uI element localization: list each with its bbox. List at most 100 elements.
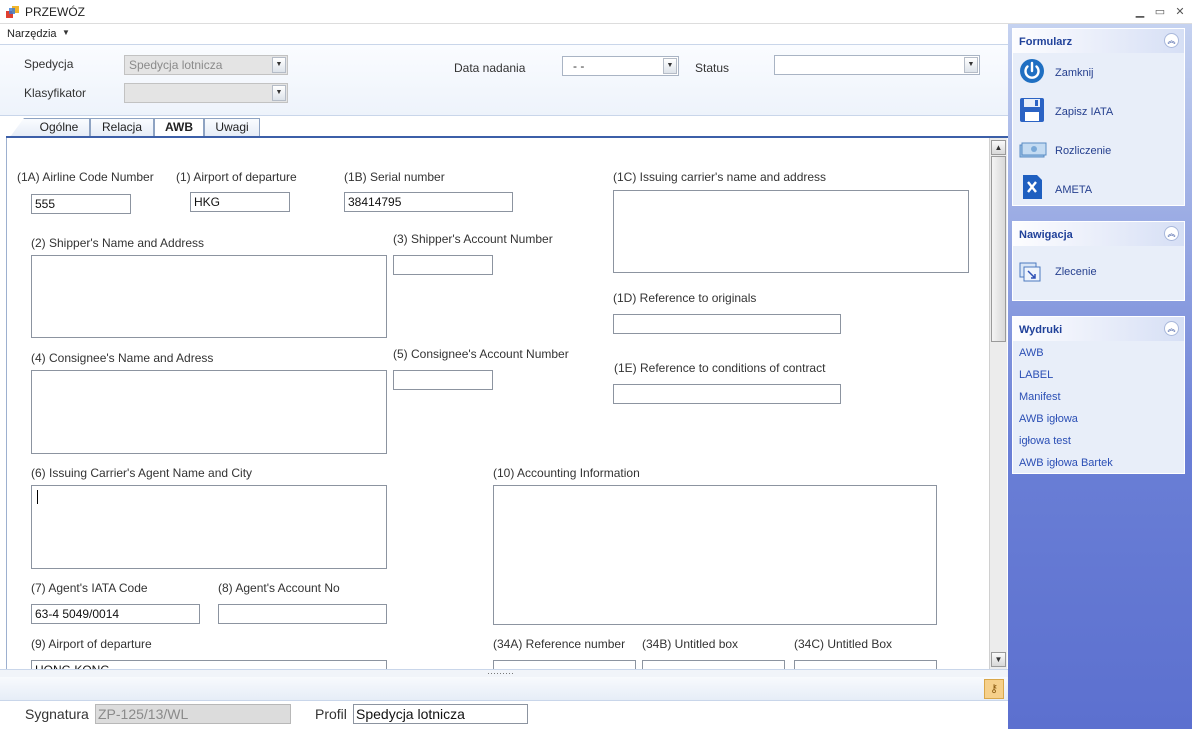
tab-uwagi-label: Uwagi: [215, 120, 249, 134]
action-ameta[interactable]: AMETA: [1019, 174, 1179, 204]
nav-zlecenie[interactable]: Zlecenie: [1019, 262, 1179, 284]
group-wydruki-header[interactable]: Wydruki ︽: [1013, 317, 1184, 341]
maximize-icon[interactable]: ▭: [1153, 5, 1167, 19]
print-awb-iglowa[interactable]: AWB igłowa: [1019, 413, 1078, 425]
print-label[interactable]: LABEL: [1019, 369, 1053, 381]
untitled-box-c-input[interactable]: [794, 660, 937, 669]
airport-departure-input[interactable]: HKG: [190, 192, 290, 212]
close-icon[interactable]: ✕: [1173, 5, 1187, 19]
print-awb[interactable]: AWB: [1019, 347, 1044, 359]
profil-field: Spedycja lotnicza: [353, 704, 528, 724]
consignee-account-label: (5) Consignee's Account Number: [393, 347, 569, 361]
nav-zlecenie-label: Zlecenie: [1055, 266, 1097, 278]
consignee-textarea[interactable]: [31, 370, 387, 454]
profil-label: Profil: [315, 706, 347, 722]
floppy-icon: [1020, 98, 1044, 122]
untitled-box-b-label: (34B) Untitled box: [642, 637, 739, 651]
power-icon: [1020, 59, 1044, 83]
chevron-down-icon[interactable]: ▼: [272, 85, 286, 101]
vertical-scrollbar[interactable]: ▲ ▼: [989, 138, 1007, 669]
action-zamknij-label: Zamknij: [1055, 67, 1094, 79]
sygnatura-label: Sygnatura: [25, 706, 89, 722]
airline-code-input[interactable]: 555: [31, 194, 131, 214]
spedycja-select[interactable]: Spedycja lotnicza ▼: [124, 55, 288, 75]
accounting-info-textarea[interactable]: [493, 485, 937, 625]
tab-relacja-label: Relacja: [101, 120, 143, 134]
untitled-box-c-label: (34C) Untitled Box: [794, 637, 893, 651]
issuing-carrier-textarea[interactable]: [613, 190, 969, 273]
agent-iata-label: (7) Agent's IATA Code: [31, 581, 148, 595]
tab-uwagi[interactable]: Uwagi: [204, 118, 260, 137]
chevron-down-icon[interactable]: ▼: [663, 58, 677, 74]
minimize-icon[interactable]: ▁: [1133, 5, 1147, 19]
action-ameta-label: AMETA: [1055, 184, 1093, 196]
data-nadania-value: - -: [573, 59, 585, 73]
collapse-up-icon[interactable]: ︽: [1164, 226, 1179, 241]
print-awb-iglowa-bartek[interactable]: AWB igłowa Bartek: [1019, 457, 1113, 469]
splitter[interactable]: ·········: [0, 669, 1008, 678]
airport-departure2-input[interactable]: HONG KONG: [31, 660, 387, 669]
group-wydruki-body: AWB LABEL Manifest AWB igłowa igłowa tes…: [1013, 341, 1184, 473]
tab-awb-label: AWB: [165, 120, 193, 134]
scroll-up-icon[interactable]: ▲: [991, 140, 1006, 155]
scroll-thumb[interactable]: [991, 156, 1006, 342]
group-nawigacja-header[interactable]: Nawigacja ︽: [1013, 222, 1184, 246]
group-formularz: Formularz ︽ Zamknij Zapisz IATA Rozlicze…: [1012, 28, 1185, 206]
shipper-textarea[interactable]: [31, 255, 387, 338]
title-bar: PRZEWÓZ ▁ ▭ ✕: [0, 0, 1192, 24]
reference-originals-input[interactable]: [613, 314, 841, 334]
action-zamknij[interactable]: Zamknij: [1019, 58, 1179, 88]
collapse-up-icon[interactable]: ︽: [1164, 321, 1179, 336]
data-nadania-picker[interactable]: - - ▼: [562, 56, 679, 76]
ameta-icon: [1023, 175, 1042, 199]
chevron-down-icon[interactable]: ▼: [62, 28, 70, 37]
tab-relacja[interactable]: Relacja: [90, 118, 154, 137]
consignee-account-input[interactable]: [393, 370, 493, 390]
action-rozliczenie[interactable]: Rozliczenie: [1019, 136, 1179, 166]
chevron-down-icon[interactable]: ▼: [272, 57, 286, 73]
group-formularz-title: Formularz: [1019, 36, 1073, 48]
scroll-down-icon[interactable]: ▼: [991, 652, 1006, 667]
untitled-box-b-input[interactable]: [642, 660, 785, 669]
collapse-up-icon[interactable]: ︽: [1164, 33, 1179, 48]
shipper-account-label: (3) Shipper's Account Number: [393, 232, 553, 246]
group-nawigacja: Nawigacja ︽ Zlecenie: [1012, 221, 1185, 301]
reference-conditions-input[interactable]: [613, 384, 841, 404]
tab-awb[interactable]: AWB: [154, 118, 204, 138]
order-icon: [1019, 262, 1041, 282]
tab-ogolne-label: Ogólne: [39, 120, 79, 134]
app-icon: [6, 6, 19, 18]
status-select[interactable]: ▼: [774, 55, 980, 75]
serial-number-input[interactable]: 38414795: [344, 192, 513, 212]
data-nadania-label: Data nadania: [454, 61, 526, 75]
tab-ogolne[interactable]: Ogólne: [10, 118, 90, 137]
print-iglowa-test[interactable]: igłowa test: [1019, 435, 1071, 447]
task-sidebar: Formularz ︽ Zamknij Zapisz IATA Rozlicze…: [1008, 24, 1192, 729]
action-rozliczenie-label: Rozliczenie: [1055, 145, 1112, 157]
window-title: PRZEWÓZ: [25, 5, 85, 19]
money-icon: [1019, 142, 1047, 158]
shipper-account-input[interactable]: [393, 255, 493, 275]
group-formularz-header[interactable]: Formularz ︽: [1013, 29, 1184, 53]
splitter-grip-icon[interactable]: ·········: [487, 669, 514, 678]
accounting-info-label: (10) Accounting Information: [493, 466, 640, 480]
action-zapisz-iata[interactable]: Zapisz IATA: [1019, 97, 1179, 127]
menu-tools[interactable]: Narzędzia: [7, 28, 57, 40]
spedycja-value: Spedycja lotnicza: [129, 58, 223, 72]
header-panel: Spedycja Spedycja lotnicza ▼ Klasyfikato…: [0, 44, 1008, 116]
klasyfikator-label: Klasyfikator: [24, 86, 87, 100]
group-wydruki: Wydruki ︽ AWB LABEL Manifest AWB igłowa …: [1012, 316, 1185, 474]
print-manifest[interactable]: Manifest: [1019, 391, 1061, 403]
airport-departure-label: (1) Airport of departure: [176, 170, 297, 184]
airline-code-label: (1A) Airline Code Number: [17, 170, 154, 184]
agent-name-textarea[interactable]: [31, 485, 387, 569]
reference-number-input[interactable]: [493, 660, 636, 669]
agent-iata-input[interactable]: 63-4 5049/0014: [31, 604, 200, 624]
chevron-down-icon[interactable]: ▼: [964, 57, 978, 73]
issuing-carrier-label: (1C) Issuing carrier's name and address: [613, 170, 827, 184]
shipper-label: (2) Shipper's Name and Address: [31, 236, 205, 250]
klasyfikator-select[interactable]: ▼: [124, 83, 288, 103]
reference-conditions-label: (1E) Reference to conditions of contract: [614, 361, 826, 375]
agent-account-input[interactable]: [218, 604, 387, 624]
key-icon[interactable]: ⚷: [984, 679, 1004, 699]
